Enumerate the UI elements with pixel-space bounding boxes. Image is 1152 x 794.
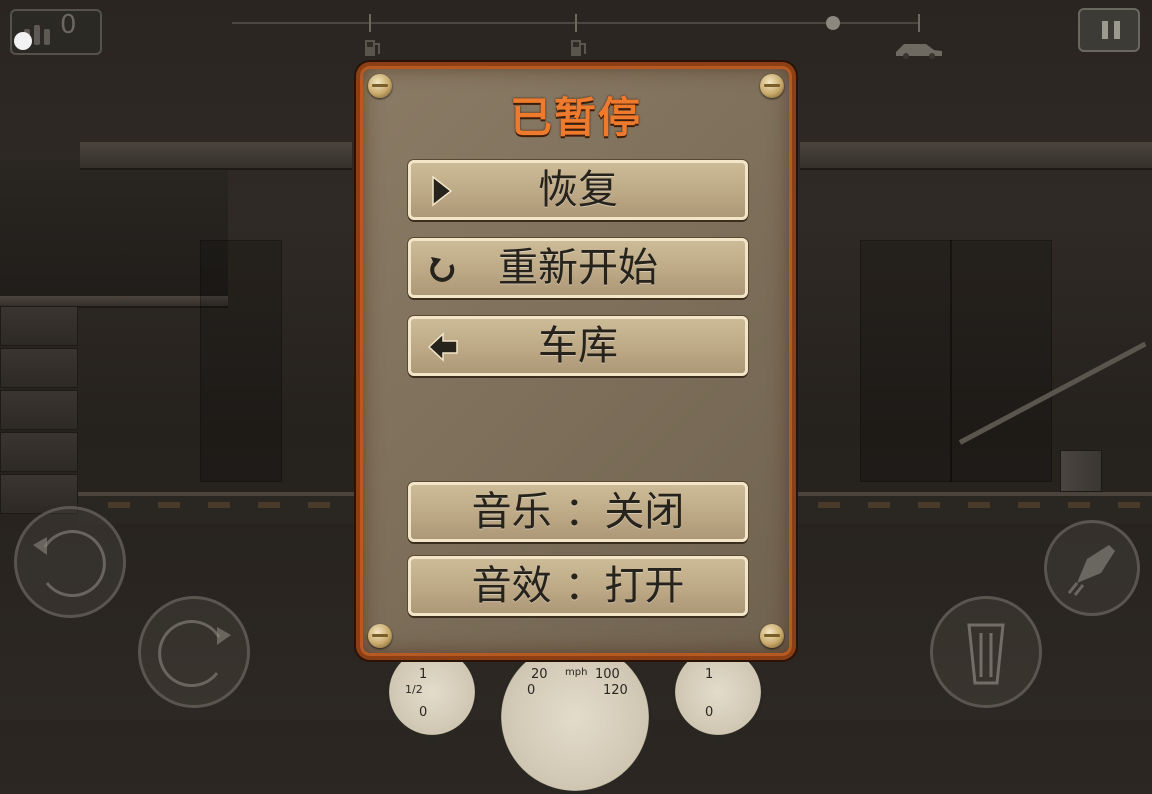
fuel-gauge-max: 1 [419,667,428,682]
background-window [200,240,282,482]
pause-menu-panel: 已暂停 恢复 重新开始 车库 音乐 ：关闭 音效 ：打开 [356,62,796,660]
progress-marker [369,14,371,32]
paused-title: 已暂停 [509,93,642,142]
speed-tick-120: 120 [603,683,628,698]
progress-knob [826,16,840,30]
progress-marker [575,14,577,32]
fuel-station-icon [365,40,380,56]
fuel-gauge-min: 0 [419,705,428,720]
speed-tick-0: 0 [527,683,536,698]
barrel-crate [1060,450,1102,492]
sfx-toggle-button[interactable]: 音效 ：打开 [408,556,748,616]
resume-label: 恢复 [538,167,618,213]
fuel-station-icon [571,40,586,56]
rivet-bottom-right [760,624,784,648]
restart-button[interactable]: 重新开始 [408,238,748,298]
speed-unit: mph [565,667,588,678]
background-ledge-right [800,142,1152,170]
rotate-forward-icon [158,620,231,688]
speedometer: 20 mph 100 0 120 [498,640,652,794]
garage-button[interactable]: 车库 [408,316,748,376]
rotate-back-icon [33,530,106,598]
background-window [860,240,952,482]
speed-tick-100: 100 [595,667,620,682]
fuel-gauge-half: 1/2 [405,683,423,696]
sfx-label: 音效 ：打开 [471,563,685,609]
car-finish-icon [896,44,942,59]
garage-label: 车库 [538,323,618,369]
brake-pedal-button[interactable] [930,596,1042,708]
progress-marker [918,14,920,32]
stacked-crates [0,306,78,516]
restart-label: 重新开始 [498,245,658,291]
resume-button[interactable]: 恢复 [408,160,748,220]
rail-track-right [798,492,1152,524]
pause-button[interactable] [1078,8,1140,52]
touch-indicator [14,32,32,50]
background-window [950,240,1052,482]
background-building-left [0,160,228,300]
background-ledge-left [80,142,352,170]
ammo-count-value: 0 [60,10,77,40]
trash-can-pedal-icon [967,623,1005,685]
speed-tick-20: 20 [531,667,548,682]
music-label: 音乐 ：关闭 [471,489,685,535]
boost-gauge-max: 1 [705,667,714,682]
boost-button[interactable] [1044,520,1140,616]
tilt-back-button[interactable] [14,506,126,618]
music-toggle-button[interactable]: 音乐 ：关闭 [408,482,748,542]
tilt-forward-button[interactable] [138,596,250,708]
rocket-icon [1067,545,1115,596]
rivet-bottom-left [368,624,392,648]
boost-gauge-min: 0 [705,705,714,720]
